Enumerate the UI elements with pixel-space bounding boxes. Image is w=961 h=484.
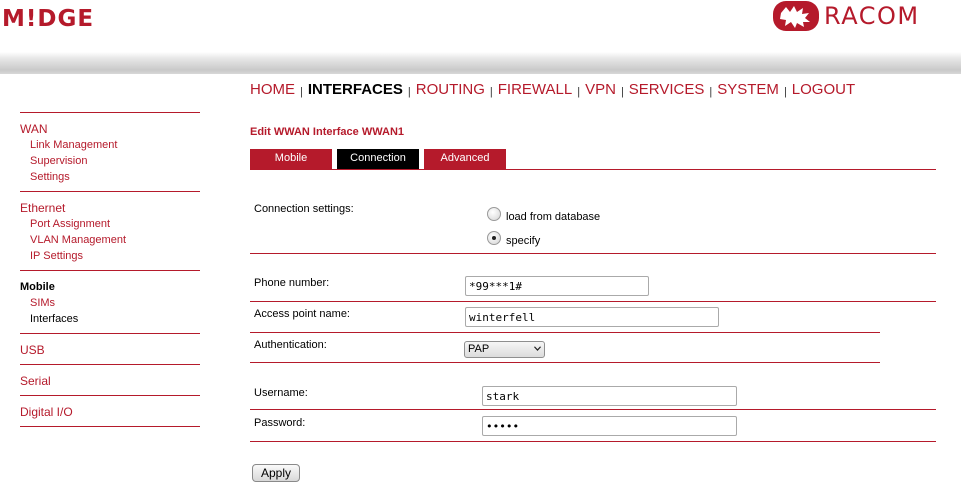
row-divider <box>250 253 936 254</box>
sidebar-group-usb: USB <box>20 334 200 364</box>
row-divider <box>250 441 936 442</box>
sidebar-item-digital-io[interactable]: Digital I/O <box>20 404 200 420</box>
nav-system[interactable]: SYSTEM <box>717 81 779 98</box>
authentication-selected-value: PAP <box>468 343 490 355</box>
nav-home[interactable]: HOME <box>250 81 295 98</box>
sidebar-item-usb[interactable]: USB <box>20 342 200 358</box>
radio-load-from-database[interactable] <box>487 207 501 221</box>
radio-load-from-database-label: load from database <box>506 211 601 223</box>
nav-separator: | <box>300 86 303 98</box>
authentication-label: Authentication: <box>254 339 327 351</box>
sidebar-item-ip-settings[interactable]: IP Settings <box>20 248 200 264</box>
tab-advanced[interactable]: Advanced <box>424 149 506 169</box>
radio-specify[interactable] <box>487 231 501 245</box>
authentication-select[interactable]: PAP <box>464 341 545 358</box>
nav-interfaces[interactable]: INTERFACES <box>308 81 403 98</box>
sidebar-item-wan[interactable]: WAN <box>20 121 200 137</box>
row-divider <box>250 409 936 410</box>
nav-separator: | <box>407 86 411 98</box>
chevron-down-icon <box>534 346 541 351</box>
connection-settings-label: Connection settings: <box>254 203 354 215</box>
nav-routing[interactable]: ROUTING <box>416 81 485 98</box>
nav-separator: | <box>783 86 787 98</box>
nav-services[interactable]: SERVICES <box>629 81 705 98</box>
sidebar-item-interfaces[interactable]: Interfaces <box>20 311 200 327</box>
sidebar-group-mobile: Mobile SIMs Interfaces <box>20 271 200 333</box>
sidebar-group-serial: Serial <box>20 365 200 395</box>
sidebar-group-digital-io: Digital I/O <box>20 396 200 426</box>
tab-mobile[interactable]: Mobile <box>250 149 332 169</box>
sidebar-group-ethernet: Ethernet Port Assignment VLAN Management… <box>20 192 200 270</box>
phone-number-label: Phone number: <box>254 277 330 289</box>
sidebar-item-link-management[interactable]: Link Management <box>20 137 200 153</box>
page-title: Edit WWAN Interface WWAN1 <box>250 126 405 138</box>
username-input[interactable] <box>482 386 737 406</box>
password-label: Password: <box>254 417 306 429</box>
nav-separator: | <box>709 86 713 98</box>
sidebar-item-mobile[interactable]: Mobile <box>20 279 200 295</box>
nav-separator: | <box>620 86 624 98</box>
sidebar-item-ethernet[interactable]: Ethernet <box>20 200 200 216</box>
apply-button[interactable]: Apply <box>252 464 300 482</box>
racom-wordmark: RACOM <box>824 2 920 30</box>
apn-label: Access point name: <box>254 308 350 320</box>
apn-input[interactable] <box>465 307 719 327</box>
sidebar-group-wan: WAN Link Management Supervision Settings <box>20 113 200 191</box>
sidebar-item-port-assignment[interactable]: Port Assignment <box>20 216 200 232</box>
top-navigation: HOME | INTERFACES | ROUTING | FIREWALL | VPN | SER… <box>250 81 855 98</box>
sidebar-item-serial[interactable]: Serial <box>20 373 200 389</box>
row-divider <box>250 332 880 333</box>
sidebar-divider <box>20 426 200 427</box>
row-divider <box>250 362 880 363</box>
phone-number-input[interactable] <box>465 276 649 296</box>
sidebar-item-sims[interactable]: SIMs <box>20 295 200 311</box>
sidebar-item-wan-settings[interactable]: Settings <box>20 169 200 185</box>
tab-connection[interactable]: Connection <box>337 149 419 169</box>
sidebar-item-supervision[interactable]: Supervision <box>20 153 200 169</box>
sidebar: WAN Link Management Supervision Settings… <box>20 112 200 427</box>
nav-vpn[interactable]: VPN <box>585 81 616 98</box>
password-input[interactable] <box>482 416 737 436</box>
nav-separator: | <box>577 86 581 98</box>
row-divider <box>250 301 936 302</box>
nav-logout[interactable]: LOGOUT <box>792 81 855 98</box>
sidebar-item-vlan-management[interactable]: VLAN Management <box>20 232 200 248</box>
username-label: Username: <box>254 387 308 399</box>
nav-firewall[interactable]: FIREWALL <box>498 81 572 98</box>
nav-separator: | <box>489 86 493 98</box>
tab-underline <box>250 169 936 170</box>
radio-specify-label: specify <box>506 235 541 247</box>
header-bar: M!DGE RACOM <box>0 0 961 74</box>
midge-logo: M!DGE <box>2 6 95 32</box>
